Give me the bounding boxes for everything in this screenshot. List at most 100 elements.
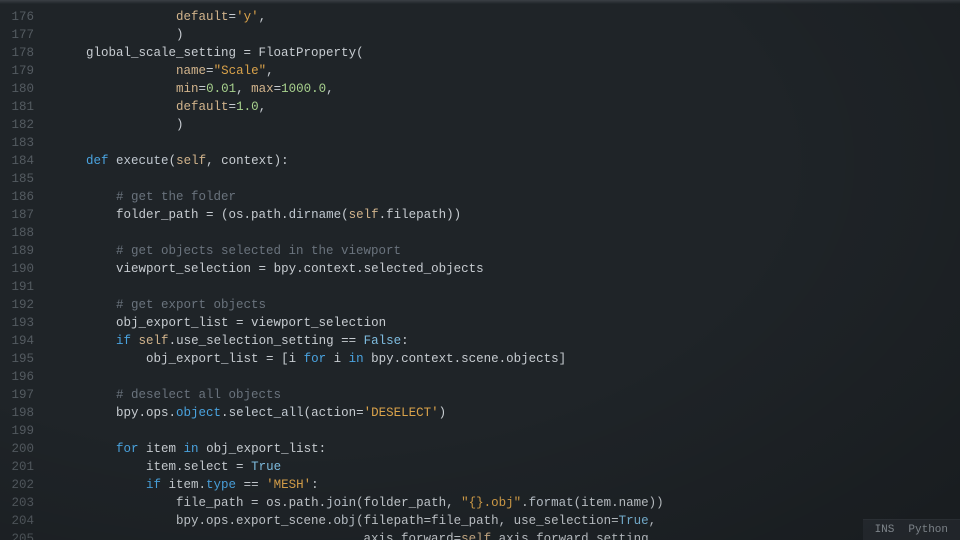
code-line[interactable]: min=0.01, max=1000.0,	[56, 80, 960, 98]
code-line[interactable]	[56, 170, 960, 188]
token-const: False	[364, 334, 402, 348]
line-number: 191	[4, 278, 34, 296]
line-number: 183	[4, 134, 34, 152]
token-param: min	[176, 82, 199, 96]
line-number: 181	[4, 98, 34, 116]
code-line[interactable]	[56, 134, 960, 152]
code-line[interactable]: # get the folder	[56, 188, 960, 206]
line-number: 186	[4, 188, 34, 206]
code-line[interactable]: file_path = os.path.join(folder_path, "{…	[56, 494, 960, 512]
token-self: self	[139, 334, 169, 348]
line-number: 185	[4, 170, 34, 188]
code-area[interactable]: default='y', ) global_scale_setting = Fl…	[42, 0, 960, 540]
line-number: 189	[4, 242, 34, 260]
token-ident: item.	[161, 478, 206, 492]
token-kw: if	[116, 334, 131, 348]
code-line[interactable]: folder_path = (os.path.dirname(self.file…	[56, 206, 960, 224]
code-line[interactable]: )	[56, 26, 960, 44]
code-line[interactable]	[56, 422, 960, 440]
line-number: 196	[4, 368, 34, 386]
token-op: =	[206, 64, 214, 78]
token-ident: viewport_selection	[244, 316, 387, 330]
line-number: 190	[4, 260, 34, 278]
token-op: =	[236, 316, 244, 330]
token-str: "Scale"	[214, 64, 267, 78]
token-ident: .	[521, 496, 529, 510]
token-ident	[56, 118, 176, 132]
line-number: 180	[4, 80, 34, 98]
token-fn: execute	[116, 154, 169, 168]
code-line[interactable]: viewport_selection = bpy.context.selecte…	[56, 260, 960, 278]
token-op: :	[311, 478, 319, 492]
code-line[interactable]: name="Scale",	[56, 62, 960, 80]
code-line[interactable]: # get objects selected in the viewport	[56, 242, 960, 260]
token-const: True	[619, 514, 649, 528]
token-fn: select_all	[229, 406, 304, 420]
code-line[interactable]: default=1.0,	[56, 98, 960, 116]
token-ident: bpy.ops.export_scene.	[56, 514, 334, 528]
token-op: ,	[259, 100, 267, 114]
token-cmt: # get the folder	[116, 190, 236, 204]
token-ident: (folder_path,	[356, 496, 461, 510]
token-ident: (filepath=file_path, use_selection=	[356, 514, 619, 528]
token-op: =	[229, 100, 237, 114]
token-ident	[56, 298, 116, 312]
token-cmt: # deselect all objects	[116, 388, 281, 402]
code-line[interactable]: )	[56, 116, 960, 134]
token-kw: type	[206, 478, 236, 492]
line-number: 203	[4, 494, 34, 512]
code-line[interactable]: axis_forward=self.axis_forward_setting,	[56, 530, 960, 540]
code-line[interactable]	[56, 278, 960, 296]
code-line[interactable]: # get export objects	[56, 296, 960, 314]
line-number: 198	[4, 404, 34, 422]
token-ident: global_scale_setting	[56, 46, 244, 60]
code-line[interactable]: obj_export_list = viewport_selection	[56, 314, 960, 332]
token-op: =	[206, 208, 214, 222]
code-line[interactable]: def execute(self, context):	[56, 152, 960, 170]
code-line[interactable]: obj_export_list = [i for i in bpy.contex…	[56, 350, 960, 368]
code-line[interactable]: if item.type == 'MESH':	[56, 476, 960, 494]
token-op: )	[176, 28, 184, 42]
token-ident: (os.path.	[214, 208, 289, 222]
token-ident: obj_export_list	[56, 316, 236, 330]
token-ident: folder_path	[56, 208, 206, 222]
token-ident: .axis_forward_setting,	[491, 532, 656, 540]
token-fn: dirname	[289, 208, 342, 222]
code-line[interactable]: if self.use_selection_setting == False:	[56, 332, 960, 350]
status-eol: INS	[875, 524, 895, 536]
code-editor[interactable]: 1761771781791801811821831841851861871881…	[0, 0, 960, 540]
token-str: 'y'	[236, 10, 259, 24]
token-op: =	[266, 352, 274, 366]
token-param: default	[176, 100, 229, 114]
token-kw: def	[86, 154, 109, 168]
line-number: 202	[4, 476, 34, 494]
token-ident: bpy.context.selected_objects	[266, 262, 484, 276]
token-kw: in	[349, 352, 364, 366]
code-line[interactable]: bpy.ops.export_scene.obj(filepath=file_p…	[56, 512, 960, 530]
token-op: ,	[326, 82, 334, 96]
code-line[interactable]: for item in obj_export_list:	[56, 440, 960, 458]
code-line[interactable]: item.select = True	[56, 458, 960, 476]
code-line[interactable]	[56, 224, 960, 242]
line-number: 204	[4, 512, 34, 530]
line-number: 200	[4, 440, 34, 458]
code-line[interactable]: global_scale_setting = FloatProperty(	[56, 44, 960, 62]
token-kw: in	[184, 442, 199, 456]
code-line[interactable]: # deselect all objects	[56, 386, 960, 404]
line-number: 187	[4, 206, 34, 224]
code-line[interactable]: default='y',	[56, 8, 960, 26]
code-line[interactable]	[56, 368, 960, 386]
token-ident: [i	[274, 352, 304, 366]
token-kw: object	[176, 406, 221, 420]
status-bar: INS Python	[863, 519, 960, 540]
status-language: Python	[908, 524, 948, 536]
token-param: default	[176, 10, 229, 24]
token-ident	[56, 82, 176, 96]
code-line[interactable]: bpy.ops.object.select_all(action='DESELE…	[56, 404, 960, 422]
token-ident: .use_selection_setting	[169, 334, 342, 348]
token-ident: .filepath))	[379, 208, 462, 222]
token-op: ,	[649, 514, 657, 528]
token-str: 'DESELECT'	[364, 406, 439, 420]
line-number: 205	[4, 530, 34, 540]
line-number: 184	[4, 152, 34, 170]
